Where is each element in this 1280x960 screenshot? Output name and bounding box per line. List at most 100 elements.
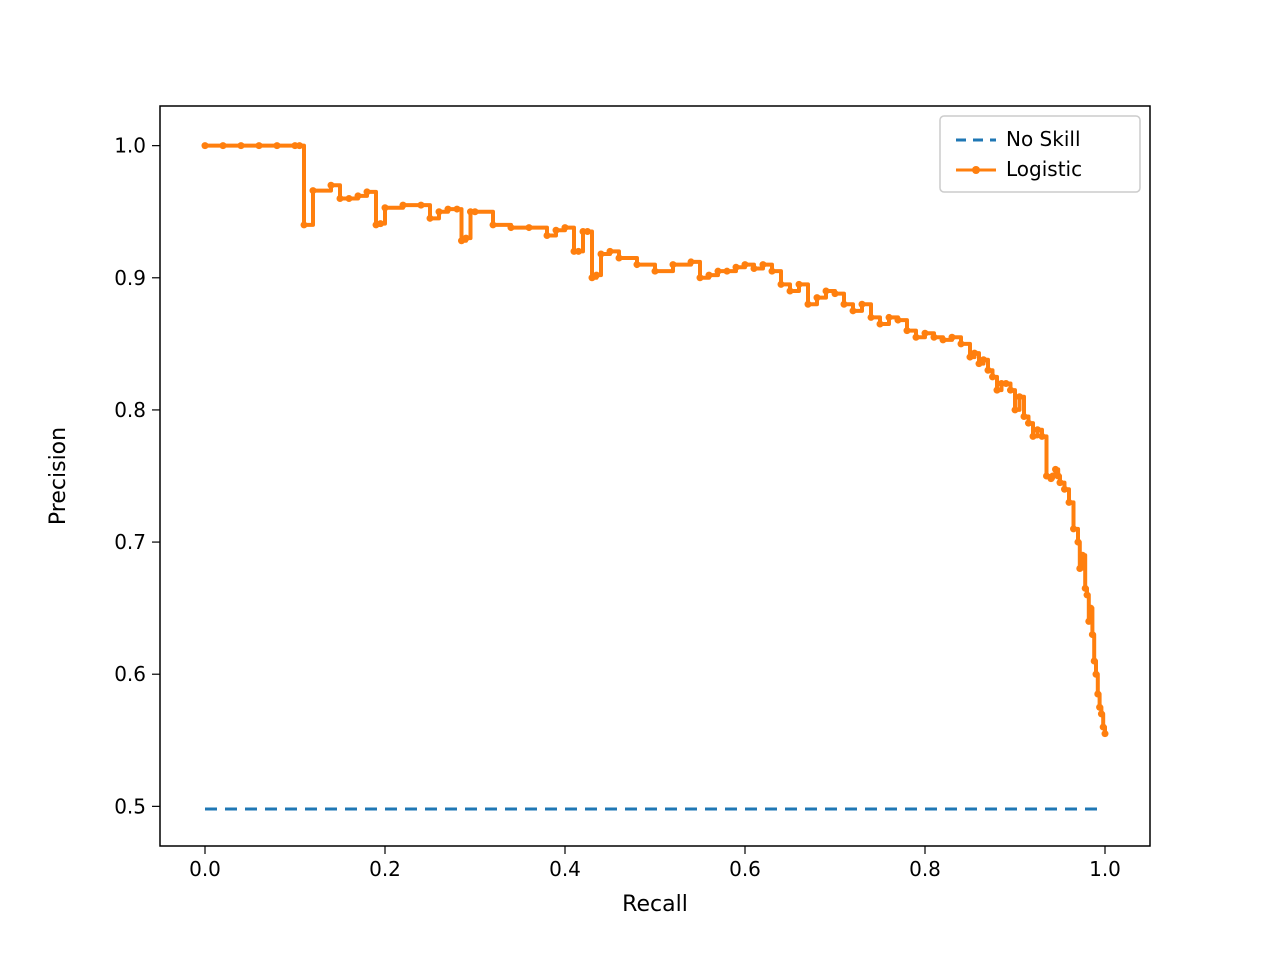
logistic-marker xyxy=(904,327,911,334)
legend-label-logistic: Logistic xyxy=(1006,157,1082,181)
logistic-marker xyxy=(1070,525,1077,532)
logistic-marker xyxy=(778,281,785,288)
logistic-marker xyxy=(553,227,560,234)
logistic-marker xyxy=(724,268,731,275)
logistic-marker xyxy=(1039,433,1046,440)
logistic-marker xyxy=(1098,710,1105,717)
logistic-marker xyxy=(1066,499,1073,506)
logistic-marker xyxy=(490,221,497,228)
logistic-marker xyxy=(751,265,758,272)
logistic-marker xyxy=(1079,552,1086,559)
x-tick-label: 0.0 xyxy=(189,857,221,881)
logistic-marker xyxy=(1085,618,1092,625)
logistic-marker xyxy=(1076,565,1083,572)
legend-label-no-skill: No Skill xyxy=(1006,127,1081,151)
logistic-marker xyxy=(1034,426,1041,433)
logistic-marker xyxy=(562,224,569,231)
legend-marker-logistic xyxy=(972,166,980,174)
logistic-marker xyxy=(715,268,722,275)
logistic-marker xyxy=(805,301,812,308)
logistic-marker xyxy=(697,274,704,281)
logistic-marker xyxy=(796,281,803,288)
y-tick-label: 0.6 xyxy=(114,662,146,686)
logistic-marker xyxy=(859,301,866,308)
logistic-marker xyxy=(607,248,614,255)
logistic-marker xyxy=(418,202,425,209)
logistic-marker xyxy=(274,142,281,149)
logistic-marker xyxy=(400,202,407,209)
logistic-marker xyxy=(463,235,470,242)
logistic-marker xyxy=(616,254,623,261)
logistic-marker xyxy=(593,272,600,279)
logistic-marker xyxy=(895,317,902,324)
logistic-marker xyxy=(1003,380,1010,387)
logistic-marker xyxy=(886,314,893,321)
logistic-marker xyxy=(1093,671,1100,678)
logistic-marker xyxy=(1052,466,1059,473)
y-tick-label: 0.5 xyxy=(114,794,146,818)
logistic-marker xyxy=(1057,479,1064,486)
logistic-marker xyxy=(832,290,839,297)
logistic-marker xyxy=(328,182,335,189)
x-tick-label: 0.8 xyxy=(909,857,941,881)
logistic-marker xyxy=(1061,486,1068,493)
logistic-marker xyxy=(823,288,830,295)
logistic-marker xyxy=(238,142,245,149)
logistic-marker xyxy=(634,261,641,268)
logistic-marker xyxy=(652,268,659,275)
logistic-marker xyxy=(1082,585,1089,592)
logistic-marker xyxy=(377,220,384,227)
precision-recall-plot: 0.00.20.40.60.81.00.50.60.70.80.91.0Reca… xyxy=(0,0,1280,960)
x-tick-label: 0.4 xyxy=(549,857,581,881)
logistic-marker xyxy=(436,208,443,215)
logistic-marker xyxy=(971,350,978,357)
logistic-marker xyxy=(1055,473,1062,480)
logistic-marker xyxy=(508,224,515,231)
logistic-marker xyxy=(922,330,929,337)
logistic-marker xyxy=(994,387,1001,394)
y-axis-label: Precision xyxy=(46,427,71,525)
logistic-marker xyxy=(1094,691,1101,698)
logistic-marker xyxy=(989,373,996,380)
logistic-marker xyxy=(1087,605,1094,612)
x-tick-label: 0.6 xyxy=(729,857,761,881)
logistic-marker xyxy=(364,188,371,195)
logistic-marker xyxy=(310,187,317,194)
x-tick-label: 0.2 xyxy=(369,857,401,881)
logistic-marker xyxy=(931,334,938,341)
logistic-marker xyxy=(584,228,591,235)
logistic-curve xyxy=(205,146,1105,734)
logistic-marker xyxy=(1025,420,1032,427)
y-tick-label: 0.9 xyxy=(114,266,146,290)
logistic-marker xyxy=(1016,393,1023,400)
logistic-marker xyxy=(1102,730,1109,737)
logistic-marker xyxy=(949,334,956,341)
logistic-marker xyxy=(346,195,353,202)
logistic-marker xyxy=(958,340,965,347)
logistic-marker xyxy=(220,142,227,149)
logistic-marker xyxy=(760,261,767,268)
logistic-marker xyxy=(296,142,303,149)
logistic-marker xyxy=(1089,631,1096,638)
legend: No Skill Logistic xyxy=(940,116,1140,192)
logistic-marker xyxy=(670,261,677,268)
logistic-marker xyxy=(868,314,875,321)
logistic-marker xyxy=(202,142,209,149)
logistic-marker xyxy=(526,224,533,231)
y-tick-label: 0.7 xyxy=(114,530,146,554)
logistic-marker xyxy=(454,206,461,213)
logistic-marker xyxy=(1091,658,1098,665)
logistic-marker xyxy=(1084,591,1091,598)
logistic-marker xyxy=(1100,724,1107,731)
logistic-marker xyxy=(598,251,605,258)
y-tick-label: 0.8 xyxy=(114,398,146,422)
logistic-marker xyxy=(301,221,308,228)
x-axis-label: Recall xyxy=(622,892,688,917)
logistic-marker xyxy=(940,336,947,343)
logistic-marker xyxy=(877,321,884,328)
logistic-marker xyxy=(382,204,389,211)
logistic-marker xyxy=(688,258,695,265)
logistic-marker xyxy=(445,206,452,213)
plot-border xyxy=(160,106,1150,846)
logistic-marker xyxy=(575,248,582,255)
